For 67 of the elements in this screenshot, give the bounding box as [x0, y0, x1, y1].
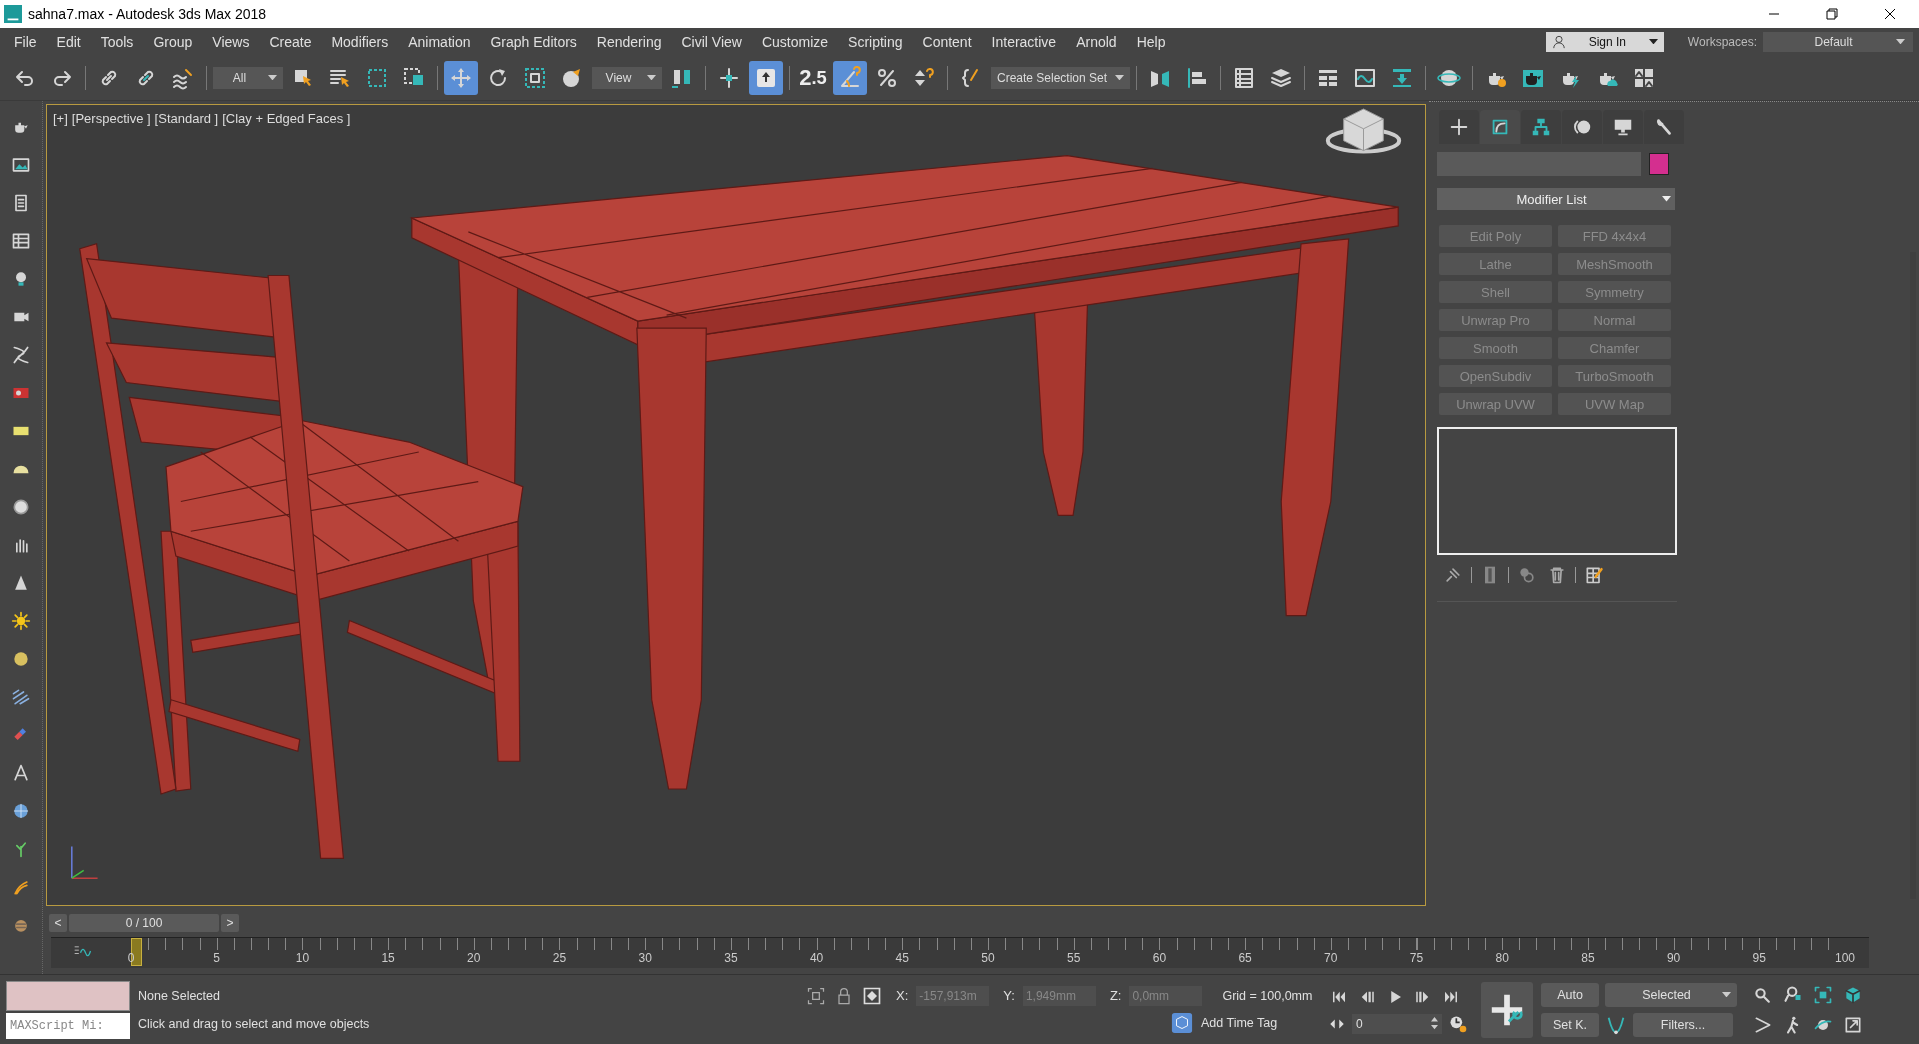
frame-number: 35: [724, 951, 738, 965]
toolbar-dropdown[interactable]: Create Selection Set: [991, 66, 1131, 89]
toolbar-dropdown[interactable]: View: [592, 66, 662, 89]
maxscript-listener-field[interactable]: MAXScript Mi:: [6, 1012, 130, 1039]
y-label: Y:: [1003, 988, 1015, 1003]
menu-item[interactable]: Rendering: [586, 29, 672, 54]
key-selection-dropdown[interactable]: Selected: [1605, 982, 1737, 1007]
z-label: Z:: [1109, 988, 1122, 1003]
workspaces-label: Workspaces:: [1687, 34, 1757, 49]
frame-number: 20: [467, 951, 481, 965]
frame-number: 80: [1495, 951, 1509, 965]
workspace-dropdown[interactable]: Default: [1763, 31, 1913, 52]
next-frame-button[interactable]: >: [221, 914, 239, 932]
viewport-label-menu[interactable]: [+]: [53, 111, 68, 126]
menu-item[interactable]: Modifiers: [321, 29, 399, 54]
frame-number: 95: [1752, 951, 1766, 965]
selection-status: None Selected: [138, 988, 221, 1003]
frame-number: 85: [1581, 951, 1595, 965]
menu-item[interactable]: Customize: [751, 29, 839, 54]
previous-frame-button[interactable]: <: [49, 914, 67, 932]
menu-item[interactable]: Animation: [398, 29, 481, 54]
toolbar-dropdown[interactable]: All: [213, 66, 283, 89]
menu-item[interactable]: Interactive: [981, 29, 1067, 54]
add-time-tag-button[interactable]: Add Time Tag: [1171, 1011, 1278, 1034]
menu-item[interactable]: Civil View: [671, 29, 752, 54]
key-filters-button[interactable]: Filters...: [1633, 1012, 1733, 1037]
frame-number: 100: [1835, 951, 1855, 965]
frame-number: 65: [1238, 951, 1252, 965]
menu-item[interactable]: Content: [912, 29, 982, 54]
auto-key-button[interactable]: Auto: [1541, 982, 1599, 1007]
frame-number: 90: [1666, 951, 1681, 965]
frame-number: 15: [381, 951, 395, 965]
frame-number: 40: [809, 951, 824, 965]
viewport-label-menu[interactable]: [Perspective ]: [71, 111, 151, 126]
viewport-label-menu[interactable]: [Clay + Edged Faces ]: [222, 111, 351, 126]
set-key-mode-button[interactable]: Set K.: [1541, 1012, 1599, 1037]
frame-number: 60: [1152, 951, 1167, 965]
window-title: sahna7.max - Autodesk 3ds Max 2018: [28, 6, 267, 22]
frame-number: 75: [1409, 951, 1424, 965]
frame-number: 55: [1067, 951, 1081, 965]
current-frame-field[interactable]: 0: [1352, 1013, 1442, 1034]
menu-item[interactable]: Help: [1126, 29, 1176, 54]
menu-item[interactable]: Tools: [90, 29, 144, 54]
grid-size-text: Grid = 100,0mm: [1222, 988, 1313, 1003]
menu-item[interactable]: Arnold: [1066, 29, 1127, 54]
menu-item[interactable]: Scripting: [838, 29, 913, 54]
menu-item[interactable]: File: [4, 29, 47, 54]
prompt-text: Click and drag to select and move objects: [138, 1016, 371, 1031]
menu-item[interactable]: Views: [202, 29, 260, 54]
frame-number: 45: [895, 951, 909, 965]
viewport-label-menu[interactable]: [Standard ]: [154, 111, 219, 126]
frame-number: 25: [552, 951, 567, 965]
frame-number: 50: [981, 951, 995, 965]
x-label: X:: [896, 988, 909, 1003]
menu-item[interactable]: Edit: [46, 29, 91, 54]
perspective-viewport[interactable]: [+] [Perspective ] [Standard ] [Clay + Edged Faces ]: [46, 104, 1426, 906]
frame-number: 70: [1324, 951, 1338, 965]
time-slider-thumb[interactable]: 0 / 100: [69, 914, 219, 932]
frame-number: 5: [213, 951, 221, 965]
menu-item[interactable]: Create: [259, 29, 322, 54]
sign-in-dropdown[interactable]: Sign In: [1545, 31, 1664, 52]
frame-number: 10: [295, 951, 310, 965]
modifier-list-dropdown[interactable]: Modifier List: [1437, 188, 1675, 210]
frame-number: 30: [638, 951, 652, 965]
menu-item[interactable]: Group: [143, 29, 203, 54]
time-slider-track[interactable]: < 0 / 100 >: [49, 912, 1859, 934]
menu-item[interactable]: Graph Editors: [480, 29, 587, 54]
